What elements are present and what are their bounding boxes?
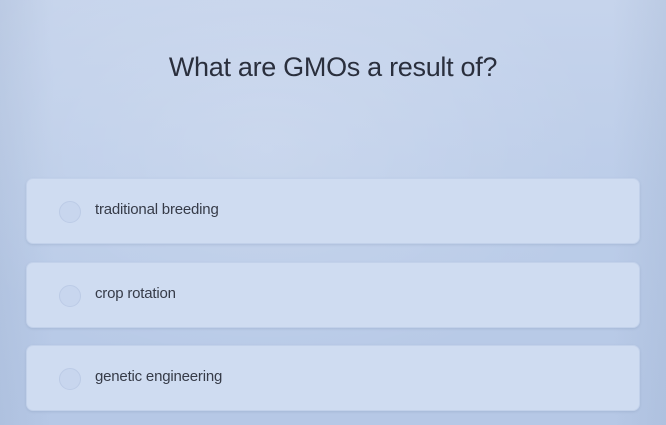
radio-circle-icon[interactable]: [59, 285, 81, 307]
answer-option-label: crop rotation: [95, 285, 176, 302]
answer-option-genetic-engineering[interactable]: genetic engineering: [26, 345, 640, 411]
radio-circle-icon[interactable]: [59, 368, 81, 390]
answer-option-traditional-breeding[interactable]: traditional breeding: [26, 178, 640, 244]
answer-option-label: genetic engineering: [95, 368, 223, 385]
answer-option-crop-rotation[interactable]: crop rotation: [26, 262, 640, 328]
radio-circle-icon[interactable]: [59, 201, 81, 223]
question-text: What are GMOs a result of?: [168, 52, 498, 82]
answer-option-label: traditional breeding: [95, 201, 219, 218]
